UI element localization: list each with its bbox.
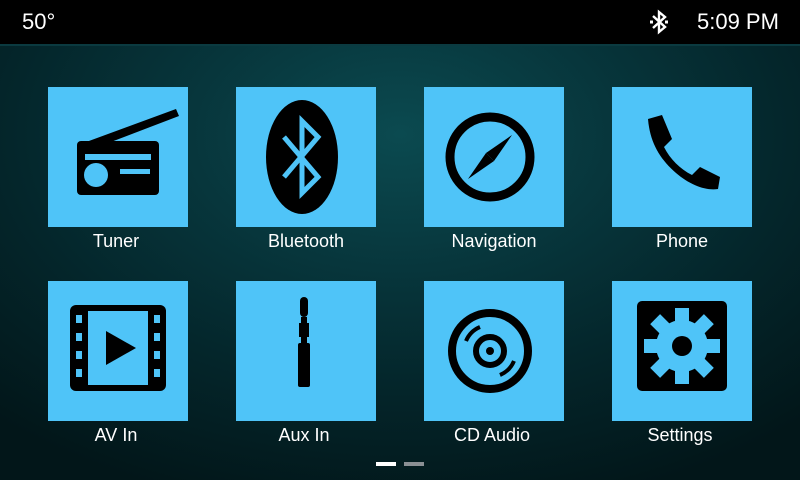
aux-in-label: Aux In <box>278 425 330 445</box>
video-play-icon <box>70 305 166 391</box>
phone-icon <box>648 115 720 190</box>
page-indicator-1[interactable] <box>376 462 396 466</box>
clock: 5:09 PM <box>697 9 779 34</box>
bluetooth-button[interactable] <box>236 87 376 227</box>
bluetooth-icon <box>266 100 338 214</box>
compass-icon <box>445 112 535 202</box>
status-bar: 50° 5:09 PM <box>0 0 800 46</box>
phone-button[interactable] <box>612 87 752 227</box>
tuner-button[interactable] <box>48 87 188 227</box>
navigation-button[interactable] <box>424 87 564 227</box>
tuner-label: Tuner <box>92 231 140 251</box>
aux-in-button[interactable] <box>236 281 376 421</box>
temperature-readout: 50° <box>22 9 56 34</box>
cd-icon <box>448 309 532 393</box>
audio-jack-icon <box>298 297 310 387</box>
navigation-label: Navigation <box>451 231 537 251</box>
bluetooth-icon <box>650 9 668 35</box>
settings-label: Settings <box>647 425 713 445</box>
gear-icon <box>637 301 727 391</box>
phone-label: Phone <box>655 231 709 251</box>
av-in-label: AV In <box>94 425 138 445</box>
cd-audio-button[interactable] <box>424 281 564 421</box>
radio-icon <box>77 109 179 195</box>
page-indicator-2[interactable] <box>404 462 424 466</box>
settings-button[interactable] <box>612 281 752 421</box>
cd-audio-label: CD Audio <box>453 425 531 445</box>
bluetooth-label: Bluetooth <box>267 231 345 251</box>
av-in-button[interactable] <box>48 281 188 421</box>
